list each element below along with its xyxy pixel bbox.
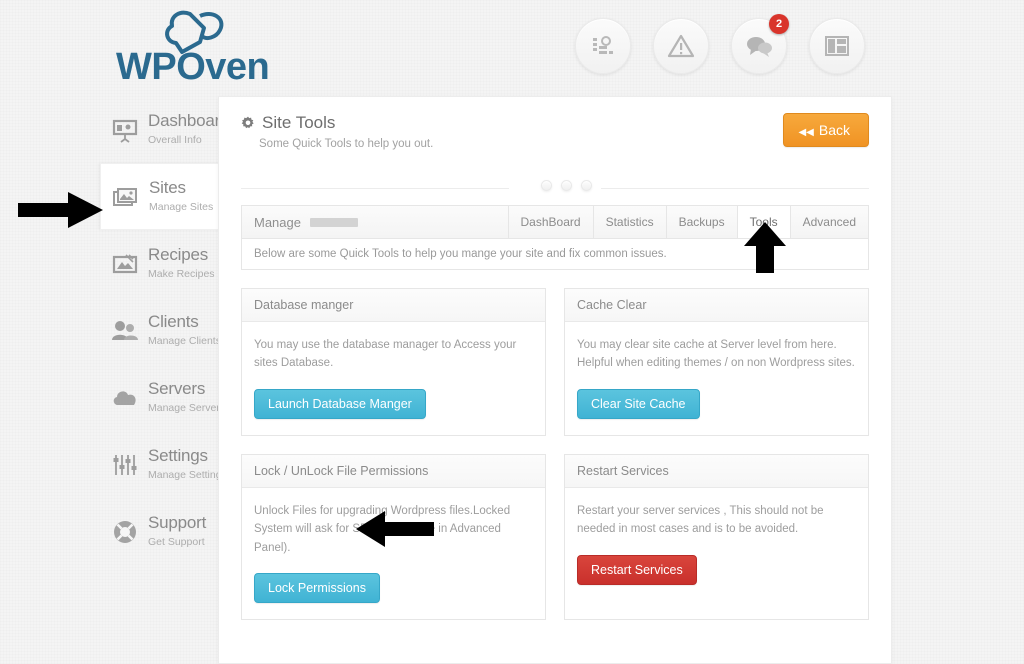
divider-dots	[541, 180, 592, 191]
tab-backups[interactable]: Backups	[667, 206, 738, 238]
sidebar-item-subtitle: Overall Info	[148, 133, 202, 146]
layout-grid-icon[interactable]	[809, 18, 865, 74]
panel-database-manager: Database manger You may use the database…	[241, 288, 546, 436]
decorative-divider	[241, 177, 869, 199]
divider-line-left	[241, 188, 509, 189]
sidebar-item-recipes[interactable]: Recipes Make Recipes	[100, 230, 227, 297]
cloud-icon	[110, 383, 140, 413]
sidebar-item-subtitle: Manage Servers	[148, 401, 226, 414]
sidebar-item-sites[interactable]: Sites Manage Sites	[100, 163, 227, 230]
sidebar-item-dashboard[interactable]: Dashboard Overall Info	[100, 96, 230, 163]
panel-title: Restart Services	[565, 454, 868, 488]
sidebar-item-subtitle: Manage Clients	[148, 334, 221, 347]
sidebar-item-title: Clients	[148, 311, 199, 331]
tab-advanced[interactable]: Advanced	[791, 206, 868, 238]
lifebuoy-icon	[110, 517, 140, 547]
sidebar-item-title: Settings	[148, 445, 208, 465]
panel-cache-clear: Cache Clear You may clear site cache at …	[564, 288, 869, 436]
back-button[interactable]: ◀◀ Back	[783, 113, 869, 147]
sidebar-item-servers[interactable]: Servers Manage Servers	[100, 364, 227, 431]
sidebar-item-subtitle: Manage Settings	[148, 468, 227, 481]
sidebar-item-subtitle: Manage Sites	[149, 200, 214, 213]
server-stats-icon[interactable]	[575, 18, 631, 74]
page-title-row: Site Tools	[241, 113, 869, 133]
brand-logo[interactable]: WPOven	[116, 8, 356, 88]
double-chevron-left-icon: ◀◀	[798, 127, 814, 138]
divider-line-right	[601, 188, 869, 189]
divider-dot	[541, 180, 552, 191]
sidebar-item-subtitle: Get Support	[148, 535, 205, 548]
tab-statistics[interactable]: Statistics	[594, 206, 667, 238]
panel-body: Restart your server services , This shou…	[565, 488, 868, 601]
panel-title: Lock / UnLock File Permissions	[242, 454, 545, 488]
tools-panel-grid: Database manger You may use the database…	[241, 288, 869, 620]
sidebar-nav: Dashboard Overall Info Sites Manage Site…	[100, 96, 230, 565]
images-stack-icon	[111, 182, 141, 212]
sidebar-item-settings[interactable]: Settings Manage Settings	[100, 431, 227, 498]
app-header: WPOven 2	[0, 0, 1024, 92]
launch-database-manager-button[interactable]: Launch Database Manger	[254, 388, 426, 419]
panel-body: You may clear site cache at Server level…	[565, 322, 868, 435]
gear-icon	[241, 116, 255, 130]
sidebar-item-subtitle: Make Recipes	[148, 267, 215, 280]
sidebar-item-support[interactable]: Support Get Support	[100, 498, 227, 565]
restart-services-button[interactable]: Restart Services	[577, 554, 697, 585]
panel-title: Cache Clear	[565, 289, 868, 322]
page-subtitle: Some Quick Tools to help you out.	[259, 138, 434, 150]
panel-description: Restart your server services , This shou…	[577, 504, 824, 536]
panel-header: Site Tools Some Quick Tools to help you …	[219, 97, 891, 173]
people-icon	[110, 316, 140, 346]
manage-label-group: Manage	[242, 206, 509, 238]
panel-body: Unlock Files for upgrading Wordpress fil…	[242, 488, 545, 619]
brand-name: WPOven	[116, 46, 270, 88]
sidebar-item-title: Sites	[149, 177, 186, 197]
clear-site-cache-button[interactable]: Clear Site Cache	[577, 388, 700, 419]
sidebar-item-title: Servers	[148, 378, 206, 398]
site-tools-panel: Site Tools Some Quick Tools to help you …	[218, 96, 892, 664]
panel-body: You may use the database manager to Acce…	[242, 322, 545, 435]
sidebar-item-title: Support	[148, 512, 207, 532]
panel-description: You may use the database manager to Acce…	[254, 339, 517, 370]
chat-unread-badge: 2	[769, 14, 789, 34]
divider-dot	[561, 180, 572, 191]
panel-title: Database manger	[242, 289, 545, 322]
arrow-pointing-to-lock-permissions	[355, 510, 435, 548]
panel-description: You may clear site cache at Server level…	[577, 339, 855, 370]
arrow-pointing-to-tools-tab	[742, 222, 788, 274]
warning-triangle-icon[interactable]	[653, 18, 709, 74]
manage-label: Manage	[254, 214, 301, 230]
redacted-site-name	[309, 217, 358, 227]
arrow-pointing-to-sites	[18, 190, 104, 230]
panel-restart-services: Restart Services Restart your server ser…	[564, 453, 869, 620]
presentation-board-icon	[110, 115, 140, 145]
page-title: Site Tools	[262, 113, 336, 132]
sidebar-item-clients[interactable]: Clients Manage Clients	[100, 297, 227, 364]
recipe-card-icon	[110, 249, 140, 279]
sidebar-item-title: Recipes	[148, 244, 209, 264]
chat-bubbles-icon[interactable]: 2	[731, 14, 789, 74]
back-button-label: Back	[818, 122, 850, 138]
header-icon-group: 2	[564, 14, 876, 74]
tab-dashboard[interactable]: DashBoard	[509, 206, 594, 238]
lock-permissions-button[interactable]: Lock Permissions	[254, 572, 380, 603]
sliders-icon	[110, 450, 140, 480]
divider-dot	[581, 180, 592, 191]
